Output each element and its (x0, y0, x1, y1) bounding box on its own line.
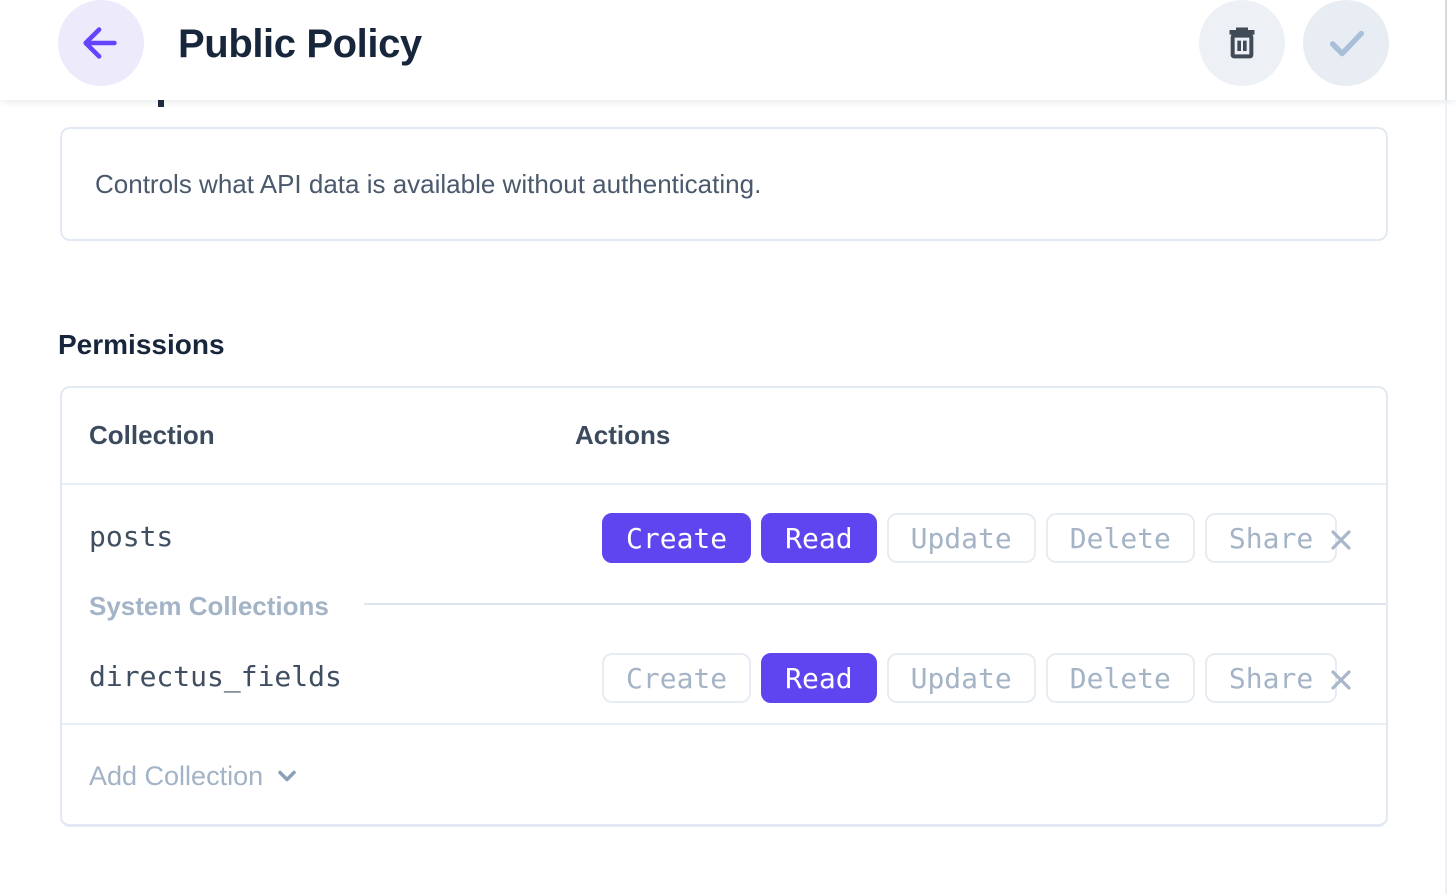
permissions-table: Collection Actions posts Create Read Upd… (60, 386, 1388, 827)
actions-group-directus-fields: Create Read Update Delete Share (602, 653, 1337, 703)
action-read-button[interactable]: Read (761, 653, 876, 703)
check-icon (1323, 20, 1369, 66)
action-delete-button[interactable]: Delete (1046, 653, 1195, 703)
description-input[interactable]: Controls what API data is available with… (60, 127, 1388, 241)
action-read-button[interactable]: Read (761, 513, 876, 563)
collection-name-directus-fields: directus_fields (89, 659, 342, 695)
add-collection-label: Add Collection (89, 759, 263, 793)
actions-group-posts: Create Read Update Delete Share (602, 513, 1337, 563)
trash-icon (1222, 23, 1262, 63)
page-header: Public Policy (0, 0, 1456, 100)
add-collection-button[interactable]: Add Collection (89, 759, 301, 793)
x-icon (1325, 664, 1357, 696)
description-value: Controls what API data is available with… (95, 169, 761, 200)
right-edge-divider (1445, 0, 1447, 100)
chevron-down-icon (273, 762, 301, 790)
delete-policy-button[interactable] (1199, 0, 1285, 86)
action-update-button[interactable]: Update (887, 513, 1036, 563)
action-create-button[interactable]: Create (602, 653, 751, 703)
action-delete-button[interactable]: Delete (1046, 513, 1195, 563)
permissions-heading: Permissions (58, 329, 225, 361)
action-share-button[interactable]: Share (1205, 513, 1337, 563)
actions-column-header: Actions (575, 420, 670, 451)
content-scroll-edge (1445, 100, 1447, 894)
remove-permission-button[interactable] (1324, 663, 1358, 697)
save-button[interactable] (1303, 0, 1389, 86)
table-header-row: Collection Actions (62, 388, 1386, 485)
table-footer-divider (62, 723, 1386, 725)
action-create-button[interactable]: Create (602, 513, 751, 563)
x-icon (1325, 524, 1357, 556)
action-update-button[interactable]: Update (887, 653, 1036, 703)
action-share-button[interactable]: Share (1205, 653, 1337, 703)
system-collections-label: System Collections (89, 590, 329, 622)
back-button[interactable] (58, 0, 144, 86)
arrow-left-icon (78, 20, 124, 66)
system-collections-divider (364, 603, 1386, 605)
collection-name-posts: posts (89, 519, 173, 555)
page-title: Public Policy (178, 20, 422, 68)
collection-column-header: Collection (62, 420, 575, 451)
remove-permission-button[interactable] (1324, 523, 1358, 557)
clipped-field-label-fragment (158, 100, 164, 107)
